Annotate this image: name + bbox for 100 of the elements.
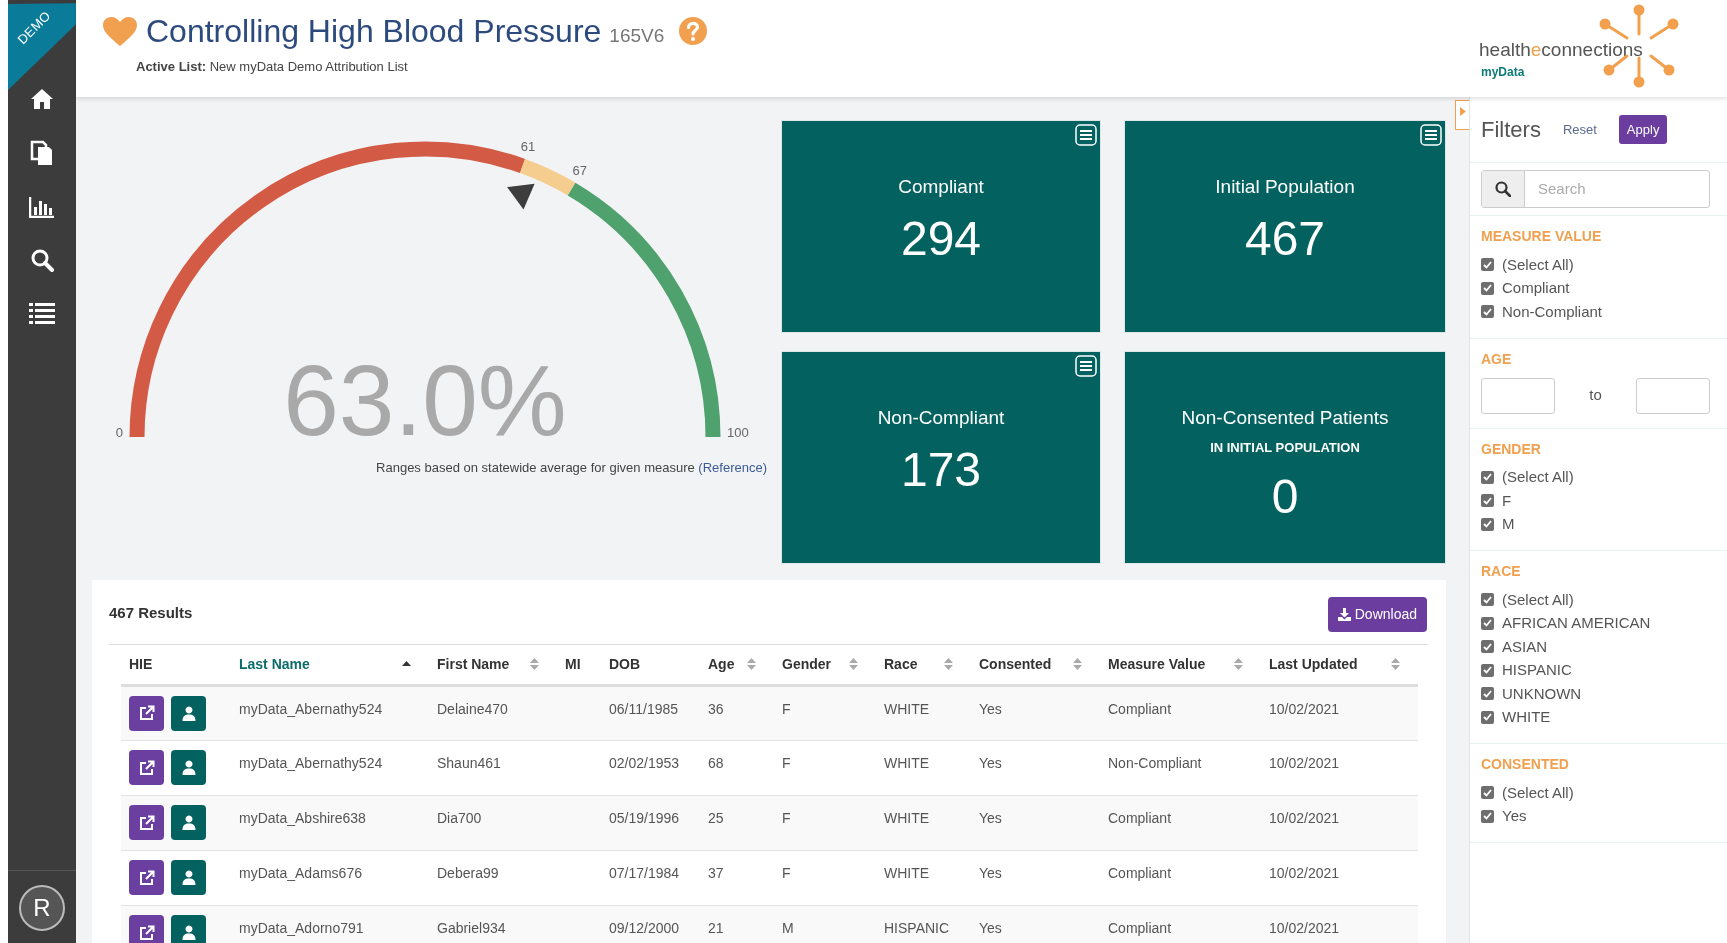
checkbox[interactable] [1481, 687, 1494, 701]
table-cell: 68 [708, 754, 724, 771]
table-cell: Delaine470 [437, 700, 508, 717]
column-header[interactable]: Gender [782, 653, 831, 675]
age-min-field[interactable] [1481, 377, 1555, 414]
menu-icon[interactable] [1075, 124, 1097, 146]
checkbox-label: Non-Compliant [1502, 301, 1603, 322]
column-header[interactable]: Measure Value [1108, 653, 1206, 675]
caret-icon [1459, 107, 1466, 116]
logo-subtitle: myData [1481, 64, 1525, 81]
hie-link-button[interactable] [129, 695, 164, 731]
tile-label: Initial Population [1215, 175, 1355, 199]
table-cell: F [782, 809, 791, 826]
download-button[interactable]: Download [1327, 597, 1427, 632]
panel-toggle[interactable] [1455, 100, 1469, 130]
checkbox-label: HISPANIC [1502, 660, 1572, 680]
patient-button[interactable] [171, 750, 206, 785]
home-icon[interactable] [30, 88, 54, 110]
table-cell: 09/12/2000 [609, 919, 680, 936]
checkbox-label: AFRICAN AMERICAN [1502, 613, 1651, 633]
column-header[interactable]: DOB [609, 653, 641, 675]
gauge-tick-label: 0 [115, 425, 123, 440]
table-cell: 10/02/2021 [1269, 809, 1340, 826]
checkbox[interactable] [1481, 616, 1494, 630]
bar-chart-icon[interactable] [29, 196, 55, 218]
external-link-icon [138, 869, 155, 886]
column-header[interactable]: Last Updated [1269, 653, 1358, 675]
documents-icon[interactable] [30, 140, 54, 166]
checkbox[interactable] [1481, 305, 1494, 319]
column-header[interactable]: Age [708, 653, 735, 675]
sort-ascending-icon[interactable] [402, 661, 411, 668]
list-icon[interactable] [29, 302, 55, 324]
download-icon [1337, 608, 1351, 621]
section-heading: RACE [1481, 562, 1522, 581]
checkbox[interactable] [1481, 786, 1494, 800]
menu-icon[interactable] [1075, 355, 1097, 377]
tile-label: Non-Consented Patients [1181, 406, 1389, 430]
table-cell: 37 [708, 864, 724, 881]
patient-button[interactable] [171, 695, 206, 731]
column-header[interactable]: First Name [437, 653, 510, 675]
user-avatar[interactable]: R [19, 885, 65, 931]
checkbox[interactable] [1481, 517, 1494, 531]
external-link-icon [138, 705, 155, 721]
apply-button[interactable]: Apply [1618, 115, 1668, 144]
hie-link-button[interactable] [129, 860, 164, 895]
table-cell: F [782, 864, 791, 881]
table-cell: myData_Abernathy524 [239, 754, 383, 771]
table-cell: F [782, 700, 791, 717]
hie-link-button[interactable] [129, 750, 164, 785]
external-link-icon [138, 924, 155, 941]
patient-button[interactable] [171, 805, 206, 840]
checkbox[interactable] [1481, 470, 1494, 484]
column-header[interactable]: HIE [129, 653, 153, 675]
table-cell: Yes [979, 919, 1002, 936]
table-cell: Non-Compliant [1108, 754, 1202, 771]
menu-icon[interactable] [1420, 124, 1442, 146]
table-cell: 25 [708, 809, 724, 826]
checkbox[interactable] [1481, 710, 1494, 724]
checkbox-label: Compliant [1502, 278, 1570, 298]
table-cell: 02/02/1953 [609, 754, 680, 771]
column-header[interactable]: Consented [979, 653, 1052, 675]
reset-link[interactable]: Reset [1562, 119, 1597, 140]
checkbox[interactable] [1481, 809, 1494, 823]
table-cell: myData_Abernathy524 [239, 700, 383, 717]
hie-link-button[interactable] [129, 805, 164, 840]
column-header[interactable]: Last Name [239, 653, 310, 675]
checkbox-label: WHITE [1502, 707, 1551, 727]
checkbox[interactable] [1481, 640, 1494, 654]
column-header[interactable]: MI [565, 653, 581, 675]
checkbox[interactable] [1481, 281, 1494, 295]
patient-button[interactable] [171, 860, 206, 895]
checkbox[interactable] [1481, 258, 1494, 272]
table-cell: myData_Abshire638 [239, 809, 366, 826]
active-list-text: Active List: New myData Demo Attribution List [136, 58, 409, 76]
checkbox-label: (Select All) [1502, 254, 1574, 275]
page-title: Controlling High Blood Pressure [146, 15, 602, 47]
table-cell: Shaun461 [437, 754, 501, 771]
checkbox[interactable] [1481, 494, 1494, 508]
filters-title: Filters [1481, 116, 1541, 144]
table-cell: Compliant [1108, 700, 1172, 717]
person-icon [181, 705, 196, 721]
age-max-field[interactable] [1636, 377, 1710, 414]
table-cell: Debera99 [437, 864, 499, 881]
column-header[interactable]: Race [884, 653, 918, 675]
checkbox-label: UNKNOWN [1502, 683, 1582, 704]
hie-link-button[interactable] [129, 915, 164, 943]
patient-button[interactable] [171, 915, 206, 943]
search-icon[interactable] [30, 248, 54, 272]
reference-link[interactable]: (Reference) [698, 460, 767, 475]
table-cell: Compliant [1108, 809, 1172, 826]
section-heading: GENDER [1481, 439, 1542, 459]
logo-text: healtheconnections [1479, 38, 1643, 62]
table-cell: 10/02/2021 [1269, 864, 1340, 881]
checkbox[interactable] [1481, 663, 1494, 677]
search-input[interactable]: Search [1525, 171, 1709, 207]
search-field[interactable]: Search [1481, 170, 1710, 208]
measure-code: 165V6 [609, 25, 665, 45]
gauge-tick-label: 100 [727, 425, 749, 440]
table-cell: WHITE [884, 809, 930, 826]
checkbox[interactable] [1481, 593, 1494, 607]
